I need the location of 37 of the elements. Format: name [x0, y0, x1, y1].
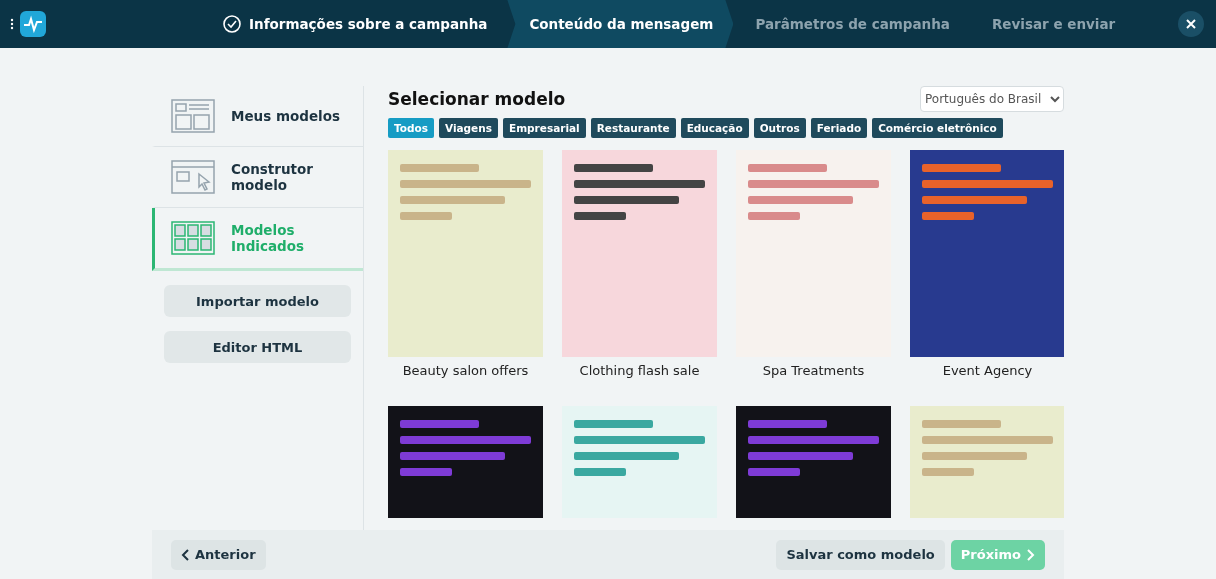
filter-chip[interactable]: Empresarial	[502, 118, 586, 138]
template-name: Spa Treatments	[762, 363, 865, 378]
template-preview[interactable]	[562, 150, 717, 357]
filter-chip[interactable]: Comércio eletrônico	[872, 118, 1003, 138]
grid-icon	[171, 221, 215, 255]
filter-chip[interactable]: Educação	[680, 118, 749, 138]
close-icon	[1186, 19, 1196, 29]
step-tab[interactable]: Informações sobre a campanha	[201, 0, 508, 48]
filter-chip[interactable]: Feriado	[810, 118, 868, 138]
language-select[interactable]: Português do Brasil	[920, 86, 1064, 112]
back-button[interactable]: Anterior	[171, 539, 266, 570]
sidebar-button[interactable]: Importar modelo	[164, 285, 351, 317]
menu-icon[interactable]	[10, 18, 14, 30]
sidebar-item[interactable]: Meus modelos	[152, 86, 363, 147]
close-button[interactable]	[1178, 11, 1204, 37]
sidebar-button[interactable]: Editor HTML	[164, 331, 351, 363]
template-name: Clothing flash sale	[579, 363, 700, 378]
chevron-right-icon	[1027, 548, 1035, 561]
step-tab[interactable]: Parâmetros de campanha	[733, 0, 970, 48]
pulse-logo-icon[interactable]	[20, 11, 46, 37]
template-preview[interactable]	[736, 406, 891, 518]
filter-chip[interactable]: Outros	[753, 118, 806, 138]
check-circle-icon	[223, 15, 241, 33]
step-tab[interactable]: Revisar e enviar	[969, 0, 1136, 48]
layout-cursor-icon	[171, 160, 215, 194]
filter-chip[interactable]: Viagens	[438, 118, 498, 138]
template-preview[interactable]	[910, 150, 1064, 357]
template-name: Beauty salon offers	[402, 363, 529, 378]
section-title: Selecionar modelo	[388, 89, 566, 109]
step-tab[interactable]: Conteúdo da mensagem	[507, 0, 734, 48]
template-name: Event Agency	[942, 363, 1033, 378]
sidebar-item[interactable]: Construtor modelo	[152, 147, 363, 208]
filter-chip[interactable]: Restaurante	[590, 118, 676, 138]
save-template-button[interactable]: Salvar como modelo	[776, 539, 945, 570]
chevron-left-icon	[181, 548, 189, 561]
template-preview[interactable]	[388, 406, 543, 518]
layout-icon	[171, 99, 215, 133]
